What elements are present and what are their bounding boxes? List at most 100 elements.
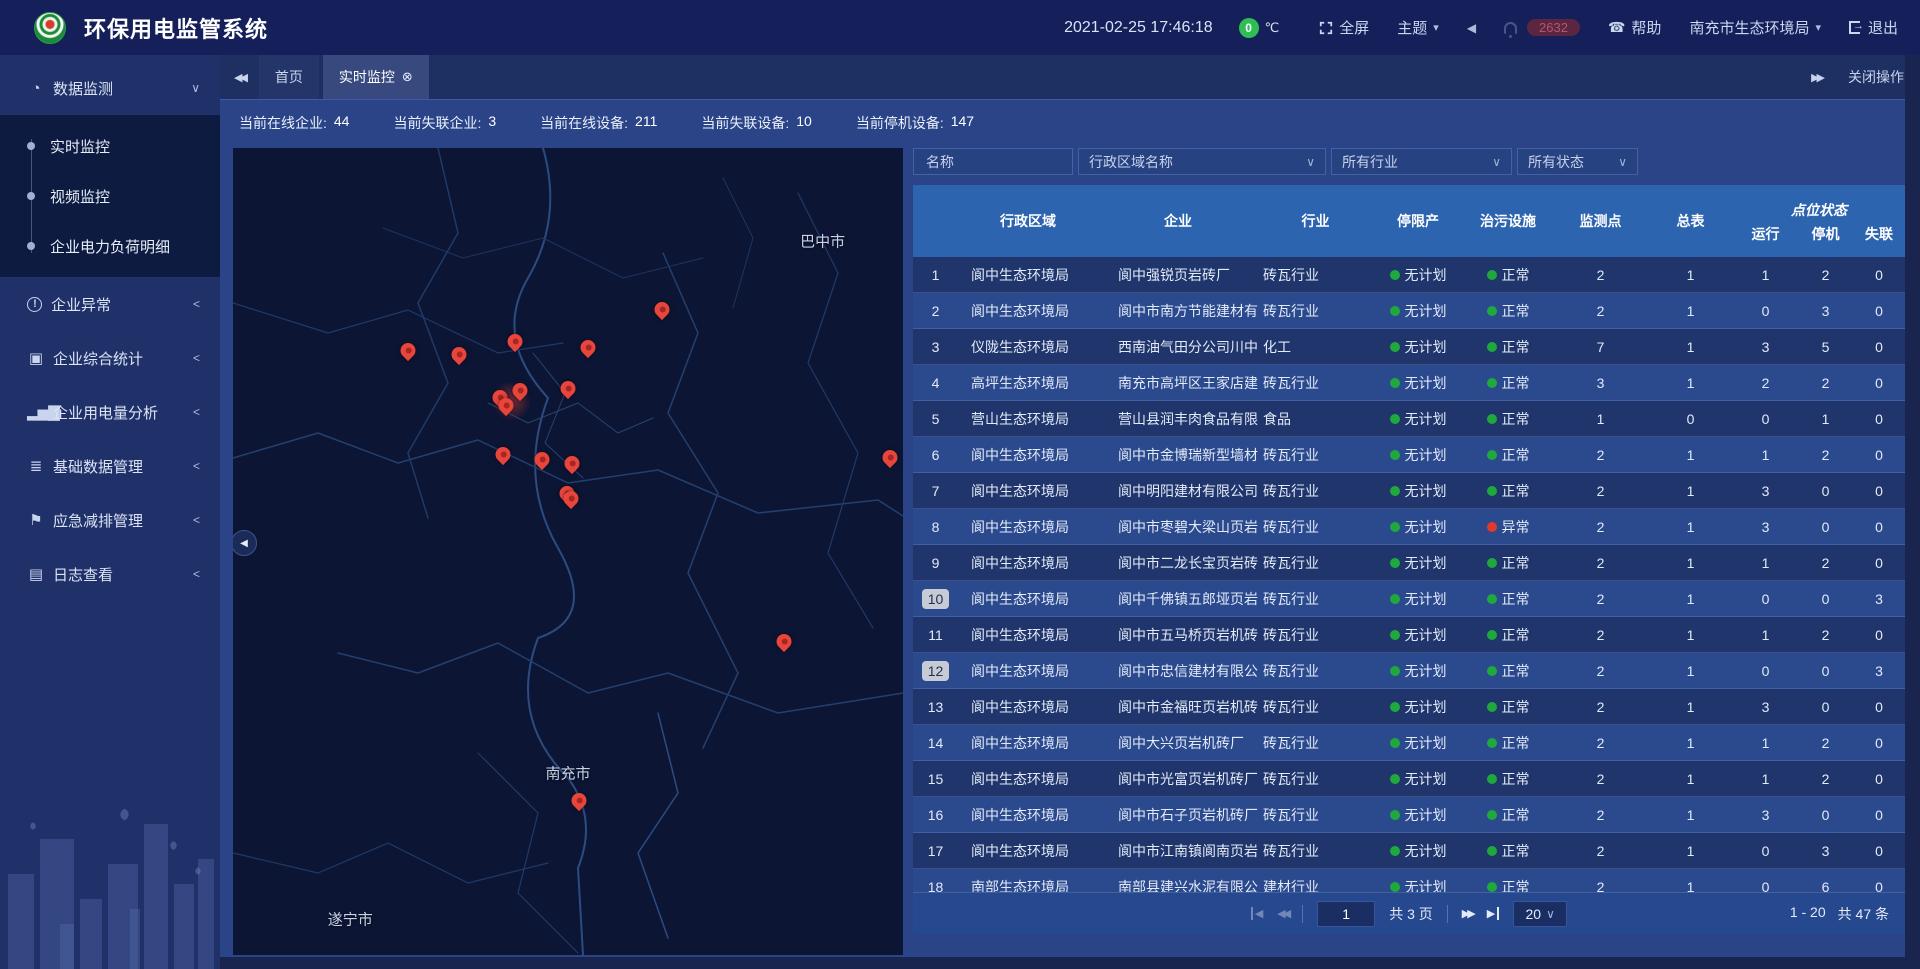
name-filter-input[interactable] [924, 153, 1062, 171]
cell-points: 2 [1553, 699, 1648, 715]
sidebar-item-应急减排管理[interactable]: ⚑应急减排管理< [0, 493, 220, 547]
app-title: 环保用电监管系统 [84, 12, 268, 44]
table-row[interactable]: 14 阆中生态环境局 阆中大兴页岩机砖厂 砖瓦行业 无计划 正常 2 1 1 2… [913, 725, 1905, 761]
tab-首页[interactable]: 首页 [259, 55, 319, 99]
cell-stop-status: 无计划 [1405, 733, 1447, 753]
cell-meters: 1 [1648, 483, 1733, 499]
table-row[interactable]: 7 阆中生态环境局 阆中明阳建材有限公司 砖瓦行业 无计划 正常 2 1 3 0… [913, 473, 1905, 509]
cell-facility-status: 正常 [1502, 841, 1530, 861]
stat-label: 当前在线企业: [239, 113, 327, 133]
sidebar-item-基础数据管理[interactable]: ≣基础数据管理< [0, 439, 220, 493]
sidebar-item-企业用电量分析[interactable]: ▂▅▇企业用电量分析< [0, 385, 220, 439]
name-filter-field[interactable] [913, 148, 1073, 175]
page-size-select[interactable]: 20 ∨ [1513, 901, 1567, 927]
sidebar-subitem-实时监控[interactable]: 实时监控 [0, 121, 220, 171]
close-operations-button[interactable]: 关闭操作 [1848, 67, 1904, 87]
row-index: 7 [926, 481, 946, 501]
sidebar-item-数据监测[interactable]: ◔数据监测∨ [0, 61, 220, 115]
cell-halt: 2 [1798, 555, 1853, 571]
row-index: 18 [922, 877, 950, 893]
page-number-input[interactable] [1317, 901, 1375, 927]
cell-industry: 砖瓦行业 [1258, 517, 1373, 537]
table-row[interactable]: 5 营山生态环境局 营山县润丰肉食品有限 食品 无计划 正常 1 0 0 1 0 [913, 401, 1905, 437]
cell-region: 阆中生态环境局 [958, 625, 1098, 645]
table-row[interactable]: 17 阆中生态环境局 阆中市江南镇阆南页岩 砖瓦行业 无计划 正常 2 1 0 … [913, 833, 1905, 869]
theme-dropdown[interactable]: 主题 ▾ [1397, 17, 1439, 38]
tab-实时监控[interactable]: 实时监控⊗ [323, 55, 429, 99]
table-row[interactable]: 2 阆中生态环境局 阆中市南方节能建材有 砖瓦行业 无计划 正常 2 1 0 3… [913, 293, 1905, 329]
first-page-button[interactable]: ◀ [1251, 907, 1263, 920]
table-row[interactable]: 3 仪陇生态环境局 西南油气田分公司川中 化工 无计划 正常 7 1 3 5 0 [913, 329, 1905, 365]
cell-company: 阆中市二龙长宝页岩砖 [1098, 553, 1258, 573]
col-header-meters: 总表 [1648, 185, 1733, 257]
cell-region: 阆中生态环境局 [958, 481, 1098, 501]
logout-button[interactable]: 退出 [1849, 17, 1898, 38]
table-row[interactable]: 4 高坪生态环境局 南充市高坪区王家店建 砖瓦行业 无计划 正常 3 1 2 2… [913, 365, 1905, 401]
tabs-scroll-right-icon[interactable]: ▶▶ [1811, 71, 1822, 84]
sidebar-subitem-企业电力负荷明细[interactable]: 企业电力负荷明细 [0, 221, 220, 271]
tabs-scroll-left-icon[interactable]: ◀◀ [234, 71, 245, 84]
table-row[interactable]: 8 阆中生态环境局 阆中市枣碧大梁山页岩 砖瓦行业 无计划 异常 2 1 3 0… [913, 509, 1905, 545]
industry-filter-select[interactable]: 所有行业 ∨ [1331, 148, 1512, 175]
cell-points: 2 [1553, 843, 1648, 859]
main-area: ◀◀ 首页实时监控⊗ ▶▶ 关闭操作 当前在线企业:44当前失联企业:3当前在线… [220, 55, 1920, 969]
cell-lost: 0 [1853, 339, 1905, 355]
cell-meters: 1 [1648, 627, 1733, 643]
table-row[interactable]: 16 阆中生态环境局 阆中市石子页岩机砖厂 砖瓦行业 无计划 正常 2 1 3 … [913, 797, 1905, 833]
range-label: 1 - 20 [1790, 904, 1826, 924]
cell-halt: 1 [1798, 411, 1853, 427]
table-body: 1 阆中生态环境局 阆中强锐页岩砖厂 砖瓦行业 无计划 正常 2 1 1 2 0… [913, 257, 1905, 892]
cell-company: 阆中市金博瑞新型墙材 [1098, 445, 1258, 465]
sidebar-item-企业综合统计[interactable]: ▣企业综合统计< [0, 331, 220, 385]
stat-value: 147 [951, 113, 974, 133]
facility-status-dot-icon [1487, 342, 1497, 352]
report-icon: ▣ [27, 349, 44, 367]
table-row[interactable]: 9 阆中生态环境局 阆中市二龙长宝页岩砖 砖瓦行业 无计划 正常 2 1 1 2… [913, 545, 1905, 581]
cell-run: 0 [1733, 591, 1798, 607]
previous-page-button[interactable]: ◀◀ [1277, 907, 1288, 920]
last-page-button[interactable]: ▶ [1487, 907, 1499, 920]
stat-item: 当前失联设备:10 [701, 113, 811, 133]
sidebar-subitem-视频监控[interactable]: 视频监控 [0, 171, 220, 221]
row-index: 15 [922, 769, 950, 789]
next-page-button[interactable]: ▶▶ [1462, 907, 1473, 920]
temperature-unit: ℃ [1265, 20, 1280, 36]
cell-meters: 1 [1648, 447, 1733, 463]
table-row[interactable]: 6 阆中生态环境局 阆中市金博瑞新型墙材 砖瓦行业 无计划 正常 2 1 1 2… [913, 437, 1905, 473]
stop-status-dot-icon [1390, 702, 1400, 712]
map-panel[interactable]: 巴中市南充市遂宁市 ◀ [233, 148, 903, 955]
table-row[interactable]: 15 阆中生态环境局 阆中市光富页岩机砖厂 砖瓦行业 无计划 正常 2 1 1 … [913, 761, 1905, 797]
table-row[interactable]: 18 南部生态环境局 南部县建兴水泥有限公 建材行业 无计划 正常 2 1 0 … [913, 869, 1905, 892]
table-row[interactable]: 10 阆中生态环境局 阆中千佛镇五郎垭页岩 砖瓦行业 无计划 正常 2 1 0 … [913, 581, 1905, 617]
cell-facility-status: 正常 [1502, 877, 1530, 893]
cell-run: 0 [1733, 663, 1798, 679]
region-filter-select[interactable]: 行政区域名称 ∨ [1078, 148, 1326, 175]
notifications[interactable]: 2632 [1504, 19, 1580, 36]
table-row[interactable]: 11 阆中生态环境局 阆中市五马桥页岩机砖 砖瓦行业 无计划 正常 2 1 1 … [913, 617, 1905, 653]
row-index: 6 [926, 445, 946, 465]
org-dropdown[interactable]: 南充市生态环境局 ▾ [1689, 17, 1821, 38]
table-row[interactable]: 13 阆中生态环境局 阆中市金福旺页岩机砖 砖瓦行业 无计划 正常 2 1 3 … [913, 689, 1905, 725]
cell-facility-status: 正常 [1502, 589, 1530, 609]
cell-industry: 砖瓦行业 [1258, 265, 1373, 285]
cell-stop-status: 无计划 [1405, 769, 1447, 789]
alert-circle-icon: ! [27, 297, 42, 312]
sidebar-item-日志查看[interactable]: ▤日志查看< [0, 547, 220, 601]
stop-status-dot-icon [1390, 594, 1400, 604]
cell-stop-status: 无计划 [1405, 625, 1447, 645]
table-row[interactable]: 1 阆中生态环境局 阆中强锐页岩砖厂 砖瓦行业 无计划 正常 2 1 1 2 0 [913, 257, 1905, 293]
stat-item: 当前在线企业:44 [239, 113, 349, 133]
stop-status-dot-icon [1390, 306, 1400, 316]
close-icon[interactable]: ⊗ [402, 69, 413, 85]
sidebar-item-企业异常[interactable]: !企业异常< [0, 277, 220, 331]
stop-status-dot-icon [1390, 270, 1400, 280]
cell-run: 3 [1733, 807, 1798, 823]
fullscreen-button[interactable]: 全屏 [1319, 17, 1369, 38]
mute-speaker-icon[interactable]: ◀ [1467, 21, 1476, 35]
help-button[interactable]: ☎ 帮助 [1608, 17, 1661, 38]
cell-region: 阆中生态环境局 [958, 301, 1098, 321]
table-row[interactable]: 12 阆中生态环境局 阆中市忠信建材有限公 砖瓦行业 无计划 正常 2 1 0 … [913, 653, 1905, 689]
status-filter-select[interactable]: 所有状态 ∨ [1517, 148, 1638, 175]
facility-status-dot-icon [1487, 630, 1497, 640]
cell-stop-status: 无计划 [1405, 445, 1447, 465]
